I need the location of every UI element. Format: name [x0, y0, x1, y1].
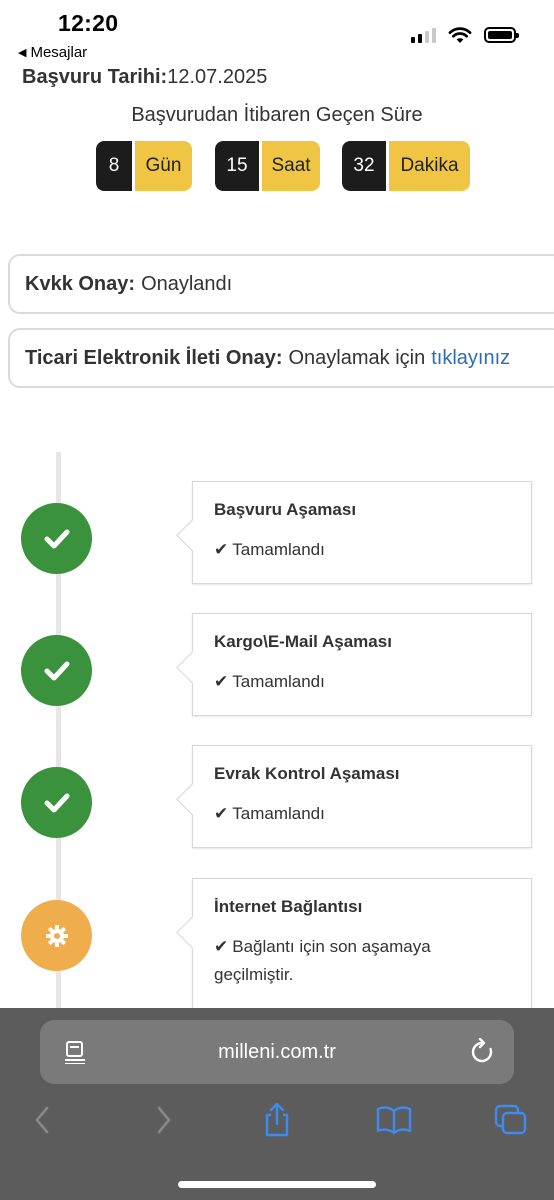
step-3-status: ✔ Tamamlandı: [214, 800, 511, 828]
wifi-icon: [448, 27, 472, 43]
kvkk-consent-label: Kvkk Onay:: [25, 272, 136, 295]
battery-icon: [484, 27, 519, 43]
kvkk-consent-value: Onaylandı: [141, 272, 233, 295]
timer-hours-unit: Saat: [262, 141, 320, 191]
check-icon: ✔: [214, 540, 229, 559]
step-1-status-text: Tamamlandı: [232, 540, 325, 559]
bookmarks-icon: [376, 1106, 412, 1135]
step-2-status: ✔ Tamamlandı: [214, 668, 511, 696]
step-card-pointer: [176, 783, 209, 816]
step-1-card: Başvuru Aşaması ✔ Tamamlandı: [176, 481, 532, 584]
timer-days-unit: Gün: [135, 141, 192, 191]
step-2-title: Kargo\E-Mail Aşaması: [214, 632, 392, 651]
step-3-status-circle: [21, 767, 92, 838]
url-text: milleni.com.tr: [218, 1040, 336, 1063]
step-2-status-circle: [21, 635, 92, 706]
reload-icon[interactable]: [470, 1038, 494, 1064]
signal-icon: [411, 27, 436, 43]
gear-icon: [45, 924, 68, 947]
step-4-status: ✔ Bağlantı için son aşamaya geçilmiştir.: [214, 933, 511, 989]
share-icon: [265, 1102, 289, 1137]
address-bar[interactable]: milleni.com.tr: [40, 1020, 514, 1084]
commercial-consent-label: Ticari Elektronik İleti Onay:: [25, 346, 283, 369]
commercial-consent-link[interactable]: tıklayınız: [431, 347, 510, 370]
elapsed-title: Başvurudan İtibaren Geçen Süre: [131, 104, 423, 126]
status-time: 12:20: [58, 10, 119, 36]
check-icon: [44, 793, 69, 812]
step-3-card: Evrak Kontrol Aşaması ✔ Tamamlandı: [176, 745, 532, 848]
step-3-title: Evrak Kontrol Aşaması: [214, 764, 400, 783]
application-date: Başvuru Tarihi:12.07.2025: [22, 66, 267, 89]
back-button[interactable]: [30, 1100, 54, 1140]
forward-icon: [157, 1106, 171, 1134]
timer-minutes-unit: Dakika: [389, 141, 470, 191]
step-4-title: İnternet Bağlantısı: [214, 897, 363, 916]
commercial-consent-value: Onaylamak için: [288, 346, 426, 369]
bookmarks-button[interactable]: [374, 1100, 414, 1140]
check-icon: ✔: [214, 937, 229, 956]
timer-hours: 15 Saat: [215, 141, 320, 191]
kvkk-consent-card: Kvkk Onay: Onaylandı: [8, 254, 554, 314]
step-card-pointer: [176, 916, 209, 949]
step-1-status-circle: [21, 503, 92, 574]
back-triangle-icon: ◀: [18, 47, 27, 59]
back-to-app-link[interactable]: ◀ Mesajlar: [18, 44, 87, 61]
reader-icon[interactable]: [64, 1040, 86, 1064]
tabs-icon: [494, 1104, 527, 1135]
check-icon: [44, 529, 69, 548]
step-card-pointer: [176, 519, 209, 552]
timer-days: 8 Gün: [96, 141, 192, 191]
home-indicator[interactable]: [178, 1181, 376, 1188]
timer-days-value: 8: [96, 141, 132, 191]
back-icon: [35, 1106, 49, 1134]
step-1-title: Başvuru Aşaması: [214, 500, 357, 519]
step-2-card: Kargo\E-Mail Aşaması ✔ Tamamlandı: [176, 613, 532, 716]
timer-hours-value: 15: [215, 141, 259, 191]
timer-minutes-value: 32: [342, 141, 386, 191]
step-2-status-text: Tamamlandı: [232, 672, 325, 691]
forward-button[interactable]: [152, 1100, 176, 1140]
step-1-status: ✔ Tamamlandı: [214, 536, 511, 564]
status-icons: [411, 26, 519, 44]
back-app-label: Mesajlar: [30, 44, 88, 61]
step-card-pointer: [176, 651, 209, 684]
step-3-status-text: Tamamlandı: [232, 804, 325, 823]
application-date-value: 12.07.2025: [167, 66, 268, 88]
application-date-label: Başvuru Tarihi:: [22, 66, 168, 88]
check-icon: ✔: [214, 672, 229, 691]
timer-minutes: 32 Dakika: [342, 141, 470, 191]
step-4-card: İnternet Bağlantısı ✔ Bağlantı için son a…: [176, 878, 532, 1009]
commercial-consent-card: Ticari Elektronik İleti Onay: Onaylamak …: [8, 328, 554, 388]
step-4-status-text: Bağlantı için son aşamaya geçilmiştir.: [214, 937, 431, 984]
share-button[interactable]: [260, 1100, 294, 1140]
check-icon: ✔: [214, 804, 229, 823]
step-4-status-circle: [21, 900, 92, 971]
check-icon: [44, 661, 69, 680]
tabs-button[interactable]: [492, 1100, 530, 1140]
